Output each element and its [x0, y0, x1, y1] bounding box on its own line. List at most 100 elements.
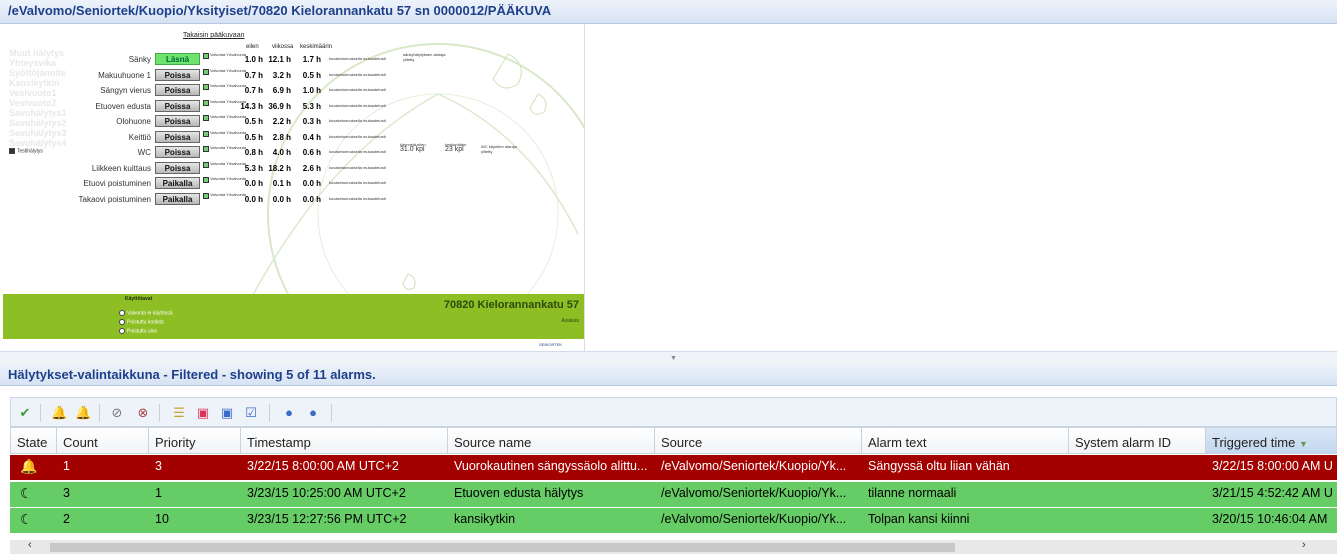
room-state-button[interactable]: Poissa	[155, 146, 200, 158]
alarm-window-title: Hälytykset-valintaikkuna - Filtered - sh…	[8, 367, 376, 382]
user-icon[interactable]: ●	[281, 405, 297, 421]
column-header-source-name[interactable]: Source name	[448, 427, 655, 454]
mode-option[interactable]: Poistuttu ulos	[119, 328, 157, 334]
column-header-state[interactable]: State	[10, 427, 57, 454]
value-week: 0.0 h	[272, 194, 291, 204]
bell-icon[interactable]: 🔔	[75, 405, 91, 421]
room-link[interactable]: kuvaketunnuksella mukautetusti	[329, 103, 386, 108]
room-state-button[interactable]: Läsnä	[155, 53, 200, 65]
table-row[interactable]: ☾ 3 1 3/23/15 10:25:00 AM UTC+2 Etuoven edus…	[10, 481, 1337, 507]
room-row: Liikkeen kuittaus Poissa Valvonta Yövalvon…	[3, 161, 584, 176]
value-average: 1.7 h	[302, 55, 321, 64]
room-link[interactable]: kuvaketunnuksella mukautetusti	[329, 165, 386, 170]
value-week: 18.2 h	[268, 163, 291, 173]
bell-icon: 🔔	[20, 458, 38, 474]
room-row: Keittiö Poissa Valvonta Yövalvonta 0.5 h 2.8…	[3, 130, 584, 145]
mode-option[interactable]: Valvonta ei käytössä	[119, 310, 173, 316]
valvonta-checkbox-icon[interactable]	[203, 130, 209, 137]
info-icon[interactable]: ▣	[219, 405, 235, 421]
table-row[interactable]: ☾ 2 10 3/23/15 12:27:56 PM UTC+2 kansikytkin…	[10, 508, 1337, 533]
valvonta-checkbox-icon[interactable]	[203, 53, 209, 59]
value-week: 4.0 h	[272, 148, 291, 157]
header-yesterday: eilen	[246, 44, 259, 50]
room-link[interactable]: kuvaketunnuksella mukautetusti	[329, 87, 386, 92]
value-week: 2.8 h	[272, 132, 291, 142]
valvonta-checkbox-icon[interactable]	[203, 161, 209, 168]
room-row: Makuuhuone 1 Poissa Valvonta Yövalvonta 0.7…	[3, 68, 584, 83]
user-settings-icon[interactable]: ●	[305, 405, 321, 421]
column-header-timestamp[interactable]: Timestamp	[241, 427, 448, 454]
column-header-triggered-time[interactable]: Triggered time ▼	[1206, 427, 1337, 454]
room-name: Keittiö	[128, 132, 151, 142]
room-state-button[interactable]: Poissa	[155, 130, 200, 143]
scroll-right-icon[interactable]: ›	[1302, 539, 1306, 551]
cell-source-name: Etuoven edusta hälytys	[454, 485, 584, 500]
cell-triggered: 3/21/15 4:52:42 AM U	[1212, 485, 1333, 500]
room-state-button[interactable]: Poissa	[155, 68, 200, 81]
wc-visits-yesterday: käynnejä eilen 31.0 kpl	[400, 142, 426, 153]
room-link[interactable]: kuvaketunnuksella mukautetusti	[329, 196, 386, 201]
back-to-main-link[interactable]: Takaisin pääkuvaan	[183, 32, 245, 39]
room-row: Etuovi poistuminen Paikalla Valvonta Yöval…	[3, 176, 584, 191]
value-yesterday: 14.3 h	[240, 101, 263, 111]
address-label: 70820 Kielorannankatu 57	[443, 299, 579, 311]
room-state-button[interactable]: Poissa	[155, 161, 200, 174]
room-row: Olohuone Poissa Valvonta Yövalvonta 0.5 h 2.…	[3, 114, 584, 129]
value-average: 0.0 h	[302, 179, 321, 188]
column-header-priority[interactable]: Priority	[149, 427, 241, 454]
room-state-button[interactable]: Poissa	[155, 115, 200, 127]
cell-triggered: 3/22/15 8:00:00 AM U	[1212, 459, 1333, 473]
valvonta-checkbox-icon[interactable]	[203, 84, 209, 90]
window-title-bar: /eValvomo/Seniortek/Kuopio/Yksityiset/70…	[0, 0, 1337, 24]
cell-source-name: kansikytkin	[454, 512, 516, 526]
value-yesterday: 0.5 h	[244, 117, 263, 126]
valvonta-checkbox-icon[interactable]	[203, 99, 209, 106]
room-name: Takaovi poistuminen	[78, 194, 151, 204]
room-link[interactable]: kuvaketunnuksella mukautetusti	[329, 72, 386, 77]
horizontal-scrollbar[interactable]: ‹ ›	[10, 539, 1337, 554]
room-link[interactable]: kuvaketunnuksella mukautetusti	[329, 134, 386, 139]
filter-icon[interactable]: ⊘	[109, 405, 125, 421]
valvonta-checkbox-icon[interactable]	[203, 192, 209, 199]
pane-splitter[interactable]: ▼	[0, 351, 1337, 364]
value-week: 2.2 h	[272, 117, 291, 126]
check-icon[interactable]: ✔	[17, 405, 33, 421]
checklist-icon[interactable]: ☑	[243, 405, 259, 421]
value-yesterday: 0.8 h	[244, 148, 263, 157]
filter-clear-icon[interactable]: ⊗	[135, 405, 151, 421]
column-header-source[interactable]: Source	[655, 427, 862, 454]
room-link[interactable]: kuvaketunnuksella mukautetusti	[329, 56, 386, 61]
valvonta-checkbox-icon[interactable]	[203, 115, 209, 121]
room-state-button[interactable]: Paikalla	[155, 192, 200, 205]
table-row[interactable]: 🔔 1 3 3/22/15 8:00:00 AM UTC+2 Vuorokautinen…	[10, 455, 1337, 480]
room-state-button[interactable]: Paikalla	[155, 177, 200, 189]
valvonta-checkbox-icon[interactable]	[203, 146, 209, 152]
mode-option[interactable]: Poistuttu kodista	[119, 319, 164, 325]
room-name: Olohuone	[116, 117, 151, 126]
room-link[interactable]: kuvaketunnuksella mukautetusti	[329, 149, 386, 154]
valvonta-checkbox-icon[interactable]	[203, 177, 209, 183]
value-yesterday: 5.3 h	[244, 163, 263, 173]
seniortek-logo: SENIORTEK	[539, 342, 563, 347]
value-yesterday: 1.0 h	[244, 55, 263, 64]
list-icon[interactable]: ☰	[171, 405, 187, 421]
floorplan-panel: Takaisin pääkuvaan eilen viikossa keskim…	[3, 24, 585, 351]
column-header-count[interactable]: Count	[57, 427, 149, 454]
value-week: 36.9 h	[268, 101, 291, 111]
column-header-system-alarm-id[interactable]: System alarm ID	[1069, 427, 1206, 454]
room-link[interactable]: kuvaketunnuksella mukautetusti	[329, 180, 386, 185]
scrollbar-thumb[interactable]	[50, 543, 955, 552]
room-link[interactable]: kuvaketunnuksella mukautetusti	[329, 118, 386, 123]
history-icon[interactable]: ▣	[195, 405, 211, 421]
value-average: 0.4 h	[302, 132, 321, 142]
bell-acknowledge-icon[interactable]: 🔔	[51, 405, 67, 421]
valvonta-checkbox-icon[interactable]	[203, 68, 209, 75]
value-yesterday: 0.7 h	[244, 70, 263, 80]
column-header-alarm-text[interactable]: Alarm text	[862, 427, 1069, 454]
room-state-button[interactable]: Poissa	[155, 99, 200, 112]
scroll-left-icon[interactable]: ‹	[28, 539, 32, 551]
cell-alarm-text: Tolpan kansi kiinni	[868, 512, 970, 526]
sort-desc-icon: ▼	[1298, 439, 1308, 449]
room-state-button[interactable]: Poissa	[155, 84, 200, 96]
acknowledged-icon: ☾	[20, 511, 33, 527]
